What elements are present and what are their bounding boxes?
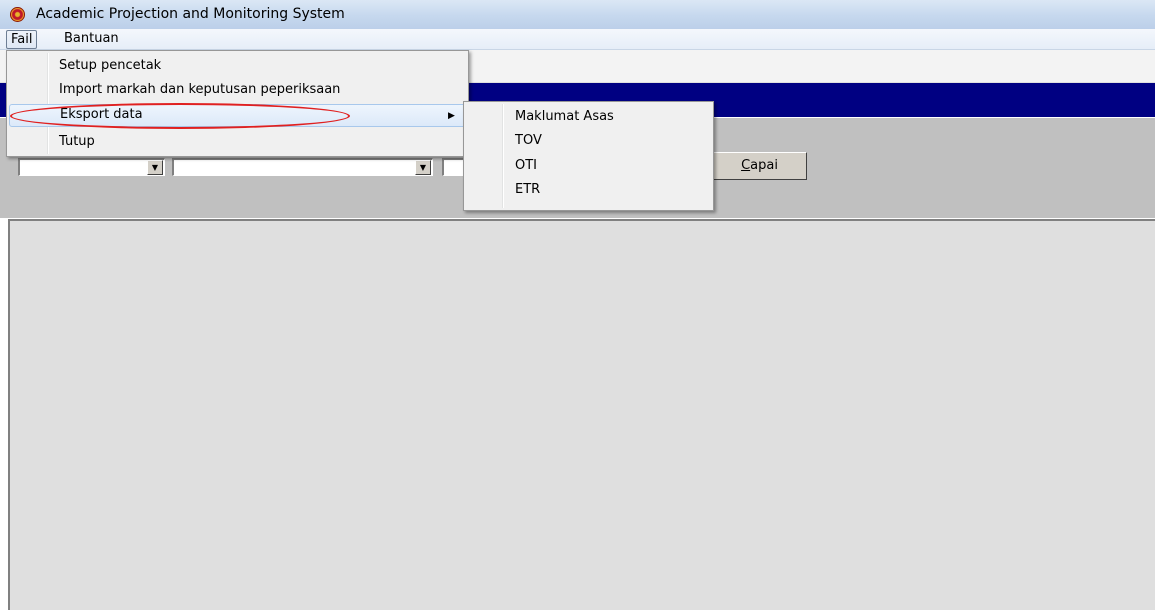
menu-item-eksport-data[interactable]: Eksport data ▶ [9,104,466,127]
menu-item-label: Import markah dan keputusan peperiksaan [59,82,341,97]
filter-combo-1[interactable]: ▼ [18,158,165,176]
export-submenu: Maklumat Asas TOV OTI ETR [463,101,714,211]
menu-bantuan[interactable]: Bantuan [60,30,123,47]
submenu-item-oti[interactable]: OTI [466,154,711,178]
menu-item-import-markah[interactable]: Import markah dan keputusan peperiksaan [9,79,466,103]
menu-bar: Fail Bantuan [0,29,1155,50]
menu-fail[interactable]: Fail [6,30,38,49]
submenu-item-maklumat-asas[interactable]: Maklumat Asas [466,105,711,129]
menu-item-label: Tutup [59,134,95,149]
submenu-item-label: OTI [515,158,538,173]
app-target-icon[interactable] [10,7,25,22]
submenu-item-label: Maklumat Asas [515,109,614,124]
menu-item-tutup[interactable]: Tutup [9,131,466,155]
content-area [8,219,1155,610]
submenu-item-etr[interactable]: ETR [466,178,711,202]
menu-item-label: Setup pencetak [59,58,162,73]
submenu-item-label: ETR [515,182,541,197]
menu-item-setup-pencetak[interactable]: Setup pencetak [9,55,466,79]
submenu-item-label: TOV [515,133,542,148]
file-menu-dropdown: Setup pencetak Import markah dan keputus… [6,50,469,157]
menu-item-label: Eksport data [60,107,143,122]
filter-combo-2[interactable]: ▼ [172,158,433,176]
title-bar: Academic Projection and Monitoring Syste… [0,0,1155,29]
window-title: Academic Projection and Monitoring Syste… [36,6,345,22]
submenu-item-tov[interactable]: TOV [466,129,711,153]
submenu-arrow-icon: ▶ [448,111,455,121]
capai-accel: C [741,158,751,173]
capai-label-rest: apai [750,158,778,173]
capai-button[interactable]: Capai [712,152,807,180]
chevron-down-icon[interactable]: ▼ [415,160,431,175]
chevron-down-icon[interactable]: ▼ [147,160,163,175]
